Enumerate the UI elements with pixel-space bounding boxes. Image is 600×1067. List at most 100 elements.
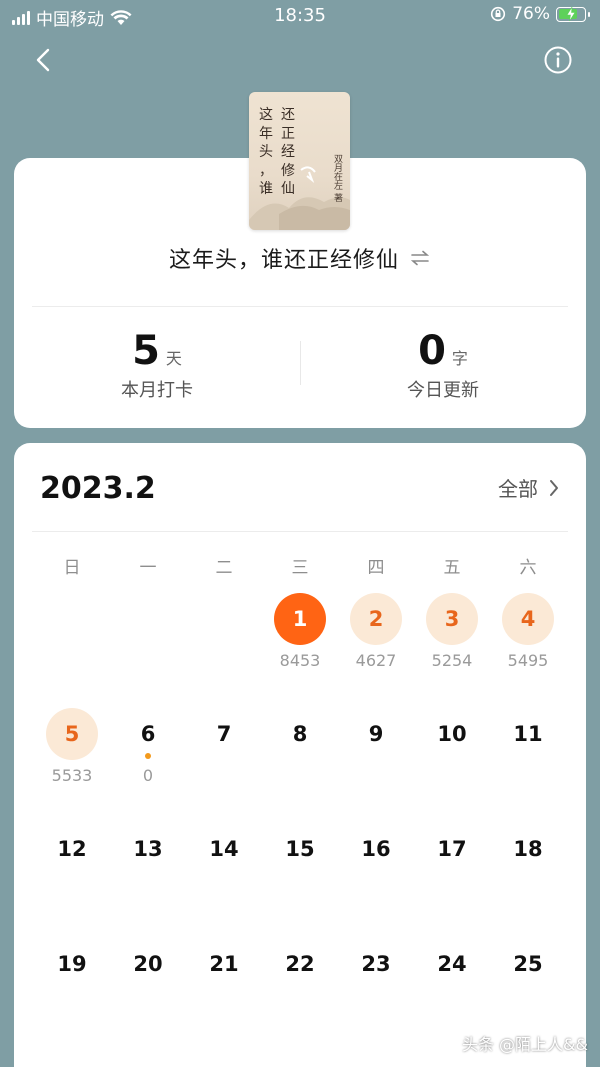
calendar-day-number: 1 (274, 593, 326, 645)
calendar-day-number: 20 (133, 952, 163, 976)
calendar-day[interactable]: 9 (338, 708, 414, 818)
weekday-label: 五 (443, 558, 461, 578)
calendar-divider (32, 531, 568, 532)
calendar-day-number: 18 (513, 837, 543, 861)
status-bar: 中国移动 18:35 76% (0, 0, 600, 32)
calendar-day[interactable]: 23 (338, 938, 414, 1048)
calendar-day-number: 2 (350, 593, 402, 645)
summary-divider (32, 306, 568, 307)
calendar-day-number: 9 (368, 722, 384, 746)
calendar-day[interactable]: 8 (262, 708, 338, 818)
calendar-day-number: 22 (285, 952, 315, 976)
calendar-day[interactable]: 14 (186, 823, 262, 933)
calendar-day[interactable]: 16 (338, 823, 414, 933)
checkin-days-value: 5 (132, 328, 160, 374)
calendar-day[interactable]: 10 (414, 708, 490, 818)
calendar-day[interactable]: 19 (34, 938, 110, 1048)
calendar-day[interactable]: 1 8453 (262, 593, 338, 703)
cover-author: 双月在左 著 (332, 154, 342, 202)
calendar-day[interactable]: 4 5495 (490, 593, 566, 703)
weekday-label: 一 (139, 558, 157, 578)
calendar-day[interactable]: 3 5254 (414, 593, 490, 703)
weekday-label: 四 (367, 558, 385, 578)
calendar-day-number: 24 (437, 952, 467, 976)
calendar-day-number: 23 (361, 952, 391, 976)
calendar-day-wordcount: 4627 (355, 651, 397, 670)
calendar-day[interactable]: 60 (110, 708, 186, 818)
calendar-day-wordcount: 5533 (51, 766, 93, 785)
battery-percent: 76% (512, 4, 550, 24)
today-words-value: 0 (418, 328, 446, 374)
book-cover[interactable]: 还正经修仙 这年头 ， 谁 双月在左 著 (249, 92, 350, 230)
switch-book-icon[interactable] (409, 250, 431, 266)
cover-title-char: 还 (281, 107, 295, 123)
chevron-right-icon (550, 479, 558, 496)
weekday-label: 二 (215, 558, 233, 578)
cover-title-char: 正 (281, 125, 295, 142)
battery-icon (556, 6, 590, 22)
calendar-day-number: 25 (513, 952, 543, 976)
cover-title-char: 修 (281, 162, 295, 179)
today-words-unit: 字 (451, 349, 468, 368)
today-words-label: 今日更新 (407, 380, 479, 401)
calendar-day-wordcount: 8453 (279, 651, 321, 670)
calendar-month: 2023.2 (40, 471, 156, 506)
charging-bolt-icon (566, 6, 576, 21)
weekday-label: 日 (63, 558, 81, 578)
weekday-label: 六 (519, 558, 537, 578)
view-all-link[interactable]: 全部 (498, 473, 560, 502)
calendar-day[interactable]: 13 (110, 823, 186, 933)
calendar-day[interactable]: 18 (490, 823, 566, 933)
checkin-days-unit: 天 (165, 349, 182, 368)
calendar-day-wordcount: 0 (142, 766, 154, 785)
monthly-checkin-stat: 5 天 本月打卡 (14, 328, 300, 402)
book-title: 这年头，谁还正经修仙 (168, 248, 399, 273)
watermark: 头条 @陌上人&& (461, 1035, 588, 1054)
calendar-day[interactable]: 20 (110, 938, 186, 1048)
calendar-day-number: 10 (437, 722, 467, 746)
calendar-day-number: 7 (216, 722, 232, 746)
calendar-day-number: 14 (209, 837, 239, 861)
cover-title-char: 谁 (259, 181, 273, 197)
calendar-day-number: 8 (292, 722, 308, 746)
calendar-day[interactable]: 22 (262, 938, 338, 1048)
calendar-day[interactable]: 15 (262, 823, 338, 933)
weekday-label: 三 (291, 558, 309, 578)
status-right: 76% (490, 4, 590, 24)
calendar-day[interactable]: 11 (490, 708, 566, 818)
view-all-label: 全部 (498, 477, 538, 501)
calendar-day-number: 4 (502, 593, 554, 645)
book-title-row[interactable]: 这年头，谁还正经修仙 (14, 242, 586, 274)
checkin-days-label: 本月打卡 (121, 380, 193, 401)
cover-title-char: 头 (259, 144, 273, 160)
rotation-lock-icon (491, 6, 506, 22)
calendar-day[interactable]: 17 (414, 823, 490, 933)
cover-title-char: 这 (259, 107, 273, 123)
calendar-day-number: 5 (46, 708, 98, 760)
calendar-day-number: 19 (57, 952, 87, 976)
cover-title-char: 仙 (281, 181, 295, 197)
calendar-day-wordcount: 5495 (507, 651, 549, 670)
calendar-day[interactable]: 12 (34, 823, 110, 933)
calendar-day-number: 11 (513, 722, 543, 746)
cover-title-char: ， (259, 162, 273, 179)
calendar-day-number: 13 (133, 837, 163, 861)
info-icon[interactable] (542, 44, 574, 76)
calendar-day[interactable]: 5 5533 (34, 708, 110, 818)
calendar-day-number: 15 (285, 837, 315, 861)
back-icon[interactable] (30, 46, 58, 74)
calendar-card: 2023.2 全部 日一二三四五六 1 8453 2 4627 3 5254 4 5495 5 5… (14, 443, 586, 1067)
cover-title-column-2: 这年头 ， 谁 (255, 106, 277, 199)
calendar-day[interactable]: 7 (186, 708, 262, 818)
today-words-stat: 0 字 今日更新 (300, 328, 586, 402)
cover-title-char: 年 (259, 125, 273, 142)
calendar-day[interactable]: 21 (186, 938, 262, 1048)
cover-title-column-1: 还正经修仙 (277, 106, 299, 199)
weekday-header: 日一二三四五六 (14, 553, 586, 578)
calendar-day-number: 17 (437, 837, 467, 861)
calendar-day[interactable]: 2 4627 (338, 593, 414, 703)
calendar-day-number: 21 (209, 952, 239, 976)
calendar-day-wordcount: 5254 (431, 651, 473, 670)
calendar-day-number: 3 (426, 593, 478, 645)
update-dot-indicator (145, 753, 151, 759)
